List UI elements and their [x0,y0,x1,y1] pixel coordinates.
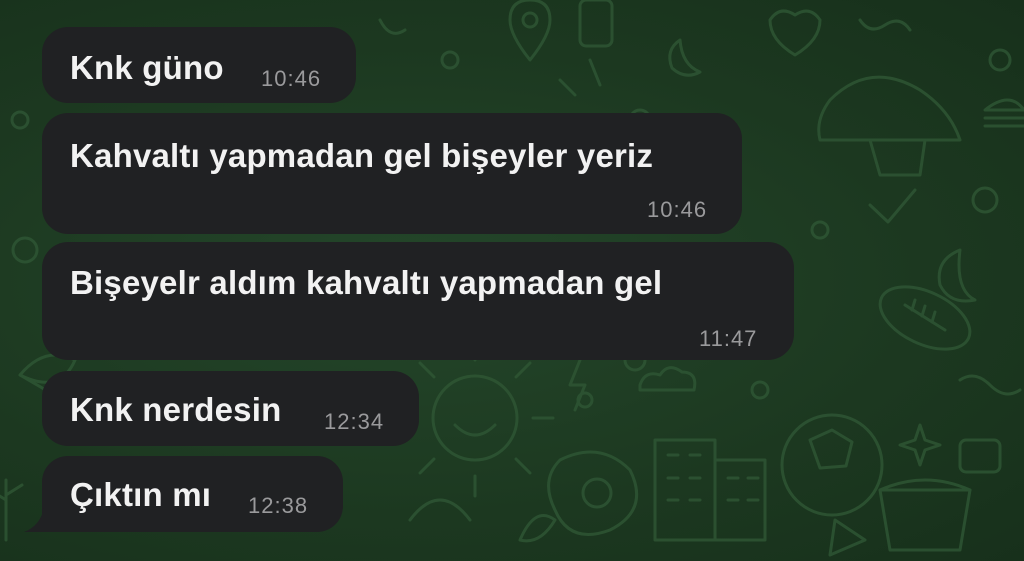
message-time: 12:34 [324,409,385,434]
message-bubble[interactable]: Bişeyelr aldım kahvaltı yapmadan gel 11:… [42,242,794,360]
bubble-tail-icon [24,508,50,532]
message-text: Knk nerdesin [70,391,282,428]
message-text: Kahvaltı yapmadan gel bişeyler yeriz [70,137,654,174]
message-time: 10:46 [647,197,708,222]
message-time: 11:47 [699,326,758,351]
message-bubble[interactable]: Knk güno 10:46 [42,27,356,103]
message-text: Bişeyelr aldım kahvaltı yapmadan gel [70,264,663,301]
message-time: 10:46 [261,66,322,91]
message-time: 12:38 [248,493,309,518]
message-bubble[interactable]: Knk nerdesin 12:34 [42,371,419,446]
message-list: Knk güno 10:46 Kahvaltı yapmadan gel biş… [0,0,1024,561]
message-bubble[interactable]: Çıktın mı 12:38 [42,456,343,532]
message-text: Çıktın mı [70,476,212,513]
message-bubble[interactable]: Kahvaltı yapmadan gel bişeyler yeriz 10:… [42,113,742,234]
message-text: Knk güno [70,49,224,86]
